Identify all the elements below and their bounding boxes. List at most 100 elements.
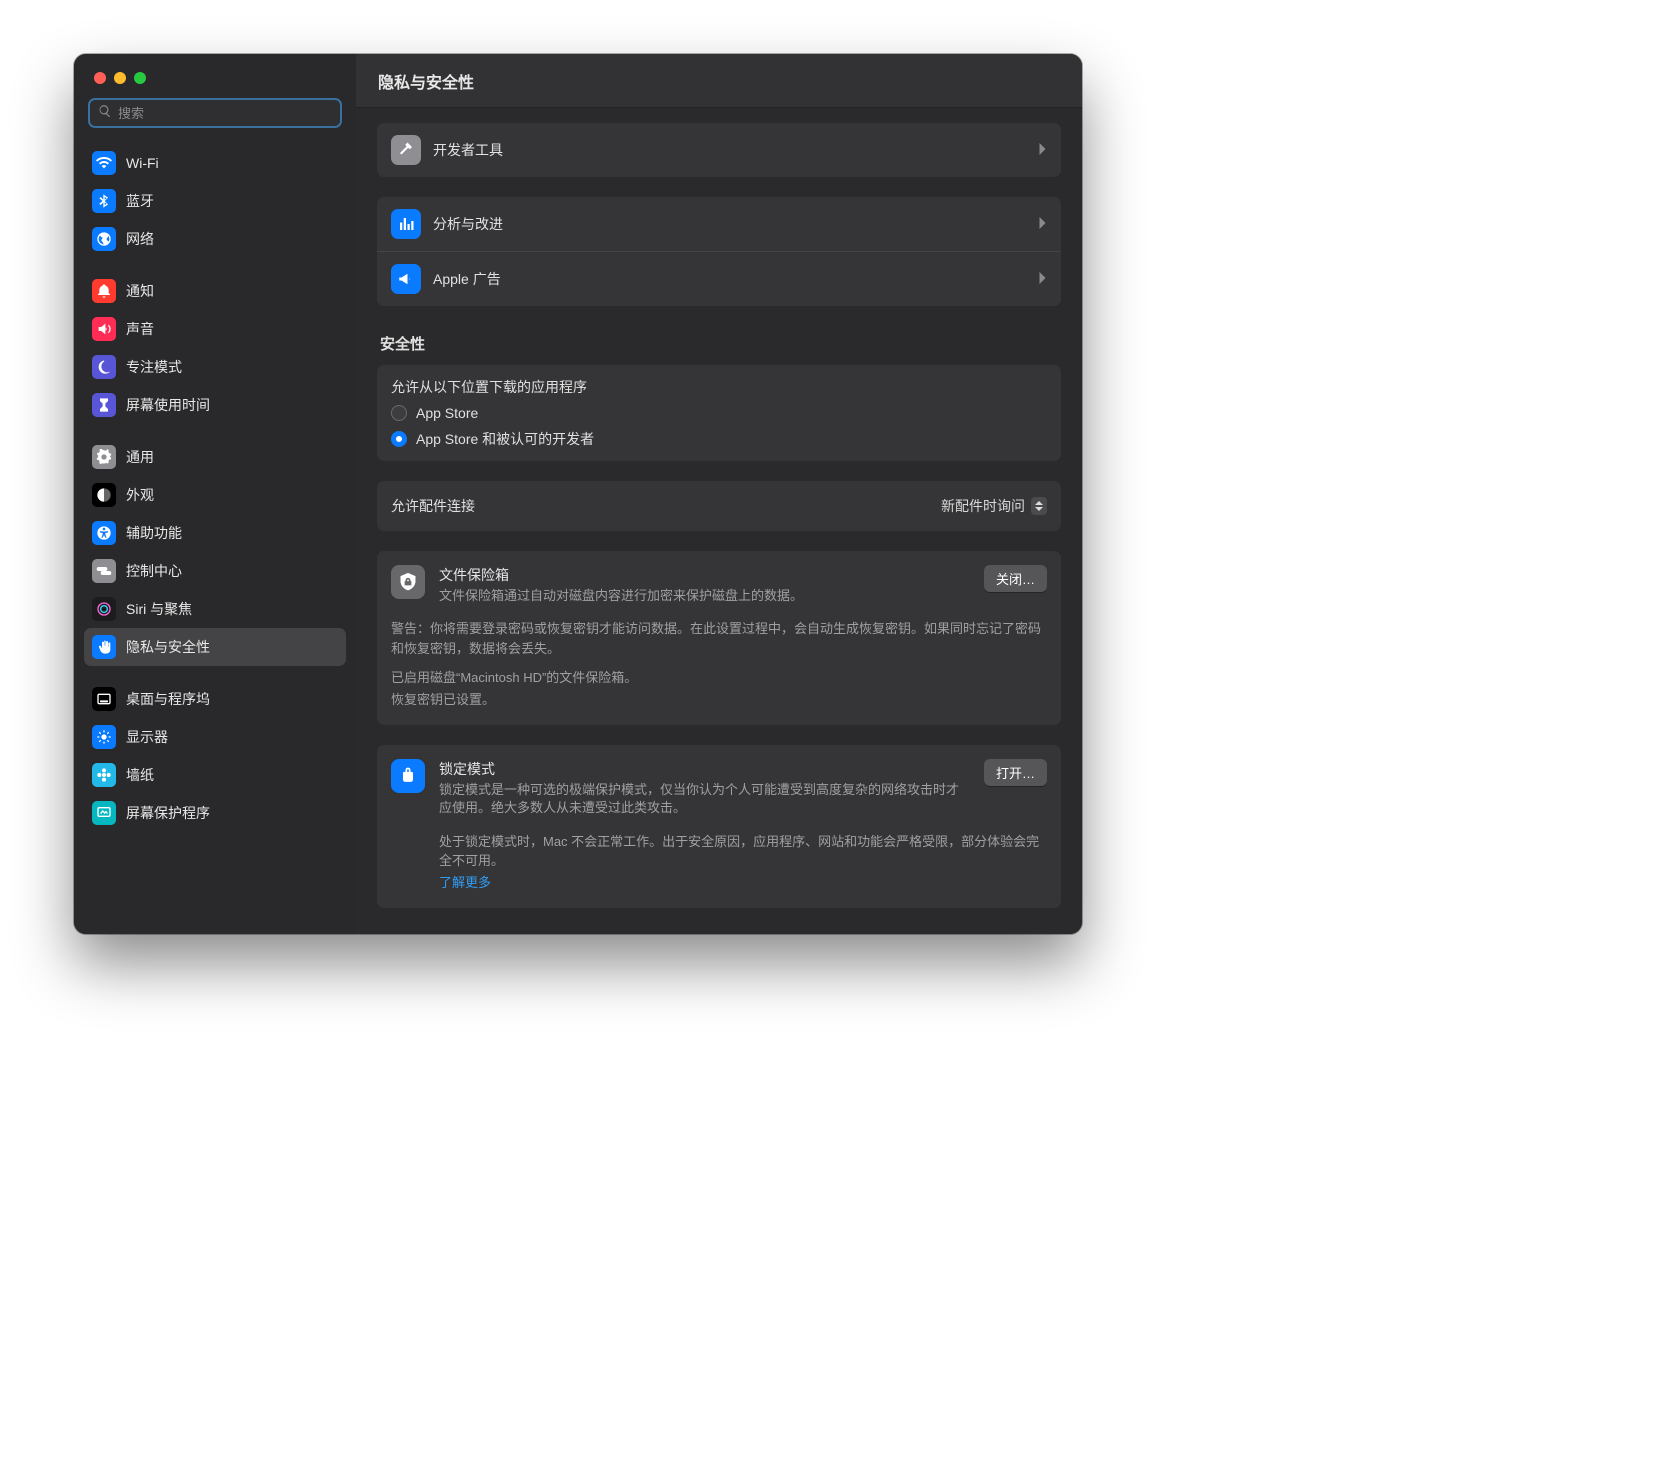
accessory-panel: 允许配件连接 新配件时询问 (376, 480, 1062, 532)
filevault-status-2: 恢复密钥已设置。 (391, 690, 1047, 710)
content-scroll[interactable]: 开发者工具 分析与改进 Apple 广告 安全性 允许从以下位置下载的应用程序 A… (356, 108, 1082, 934)
download-source-option-0[interactable]: App Store (377, 401, 1061, 425)
gear-icon (92, 445, 116, 469)
accessory-value: 新配件时询问 (941, 496, 1025, 516)
filevault-panel: 文件保险箱 文件保险箱通过自动对磁盘内容进行加密来保护磁盘上的数据。 关闭… 警… (376, 550, 1062, 726)
settings-row-hammer[interactable]: 开发者工具 (377, 123, 1061, 177)
sidebar-item-label: 网络 (126, 229, 154, 249)
filevault-title: 文件保险箱 (439, 565, 970, 585)
sidebar-item-accessibility[interactable]: 辅助功能 (84, 514, 346, 552)
lockdown-toggle-button[interactable]: 打开… (984, 759, 1047, 786)
row-label: 开发者工具 (433, 140, 1026, 160)
sidebar-item-siri[interactable]: Siri 与聚焦 (84, 590, 346, 628)
filevault-warning: 警告：你将需要登录密码或恢复密钥才能访问数据。在此设置过程中，会自动生成恢复密钥… (391, 619, 1047, 658)
sidebar-item-label: 屏幕使用时间 (126, 395, 210, 415)
appearance-icon (92, 483, 116, 507)
close-window-button[interactable] (94, 72, 106, 84)
hammer-icon (391, 135, 421, 165)
sidebar-item-label: 声音 (126, 319, 154, 339)
radio-button[interactable] (391, 405, 407, 421)
sidebar-item-globe[interactable]: 网络 (84, 220, 346, 258)
minimize-window-button[interactable] (114, 72, 126, 84)
lockdown-desc: 锁定模式是一种可选的极端保护模式，仅当你认为个人可能遭受到高度复杂的网络攻击时才… (439, 781, 970, 817)
flower-icon (92, 763, 116, 787)
lockdown-icon (391, 759, 425, 793)
sidebar-item-wifi[interactable]: Wi-Fi (84, 144, 346, 182)
settings-row-chart[interactable]: 分析与改进 (377, 197, 1061, 251)
radio-button[interactable] (391, 431, 407, 447)
hourglass-icon (92, 393, 116, 417)
sidebar-item-label: 隐私与安全性 (126, 637, 210, 657)
filevault-toggle-button[interactable]: 关闭… (984, 565, 1047, 592)
accessory-label: 允许配件连接 (391, 496, 475, 516)
lockdown-learn-more-link[interactable]: 了解更多 (439, 875, 491, 890)
sidebar-item-bell[interactable]: 通知 (84, 272, 346, 310)
wifi-icon (92, 151, 116, 175)
moon-icon (92, 355, 116, 379)
sidebar-item-switches[interactable]: 控制中心 (84, 552, 346, 590)
radio-label: App Store 和被认可的开发者 (416, 429, 594, 449)
filevault-icon (391, 565, 425, 599)
privacy-row-group-2: 分析与改进 Apple 广告 (376, 196, 1062, 307)
bluetooth-icon (92, 189, 116, 213)
speaker-icon (92, 317, 116, 341)
sidebar-item-screensaver[interactable]: 屏幕保护程序 (84, 794, 346, 832)
settings-window: Wi-Fi 蓝牙网络通知声音专注模式屏幕使用时间通用外观辅助功能控制中心 Siri … (74, 54, 1082, 934)
sidebar-item-bluetooth[interactable]: 蓝牙 (84, 182, 346, 220)
sidebar-item-dock[interactable]: 桌面与程序坞 (84, 680, 346, 718)
search-input[interactable] (118, 106, 332, 121)
brightness-icon (92, 725, 116, 749)
accessibility-icon (92, 521, 116, 545)
sidebar-item-gear[interactable]: 通用 (84, 438, 346, 476)
sidebar-item-moon[interactable]: 专注模式 (84, 348, 346, 386)
download-source-option-1[interactable]: App Store 和被认可的开发者 (377, 425, 1061, 461)
globe-icon (92, 227, 116, 251)
sidebar-item-label: 控制中心 (126, 561, 182, 581)
chart-icon (391, 209, 421, 239)
sidebar-item-label: 辅助功能 (126, 523, 182, 543)
sidebar-item-label: Wi-Fi (126, 155, 159, 171)
screensaver-icon (92, 801, 116, 825)
siri-icon (92, 597, 116, 621)
sidebar-item-hand[interactable]: 隐私与安全性 (84, 628, 346, 666)
chevron-right-icon (1038, 216, 1047, 233)
bell-icon (92, 279, 116, 303)
switches-icon (92, 559, 116, 583)
sidebar: Wi-Fi 蓝牙网络通知声音专注模式屏幕使用时间通用外观辅助功能控制中心 Siri … (74, 54, 356, 934)
security-section-title: 安全性 (380, 333, 1058, 354)
dock-icon (92, 687, 116, 711)
popup-stepper-icon (1031, 497, 1047, 515)
privacy-row-group-1: 开发者工具 (376, 122, 1062, 178)
sidebar-item-label: 外观 (126, 485, 154, 505)
filevault-status-1: 已启用磁盘“Macintosh HD”的文件保险箱。 (391, 668, 1047, 688)
page-title: 隐私与安全性 (356, 54, 1082, 108)
lockdown-panel: 锁定模式 锁定模式是一种可选的极端保护模式，仅当你认为个人可能遭受到高度复杂的网… (376, 744, 1062, 909)
search-icon (98, 104, 112, 123)
search-field[interactable] (88, 98, 342, 128)
sidebar-item-flower[interactable]: 墙纸 (84, 756, 346, 794)
sidebar-item-hourglass[interactable]: 屏幕使用时间 (84, 386, 346, 424)
accessory-popup[interactable]: 新配件时询问 (933, 495, 1047, 517)
allow-download-panel: 允许从以下位置下载的应用程序 App StoreApp Store 和被认可的开… (376, 364, 1062, 462)
chevron-right-icon (1038, 271, 1047, 288)
sidebar-item-label: 墙纸 (126, 765, 154, 785)
sidebar-item-speaker[interactable]: 声音 (84, 310, 346, 348)
sidebar-item-label: 桌面与程序坞 (126, 689, 210, 709)
sidebar-item-label: 屏幕保护程序 (126, 803, 210, 823)
sidebar-item-brightness[interactable]: 显示器 (84, 718, 346, 756)
hand-icon (92, 635, 116, 659)
sidebar-item-label: 通用 (126, 447, 154, 467)
row-label: Apple 广告 (433, 269, 1026, 289)
sidebar-item-label: 通知 (126, 281, 154, 301)
radio-label: App Store (416, 405, 478, 421)
main-pane: 隐私与安全性 开发者工具 分析与改进 Apple 广告 安全性 允许从以下位置下载… (356, 54, 1082, 934)
zoom-window-button[interactable] (134, 72, 146, 84)
window-controls (74, 54, 356, 84)
sidebar-item-label: 专注模式 (126, 357, 182, 377)
sidebar-item-appearance[interactable]: 外观 (84, 476, 346, 514)
chevron-right-icon (1038, 142, 1047, 159)
settings-row-megaphone[interactable]: Apple 广告 (377, 251, 1061, 306)
sidebar-item-label: 蓝牙 (126, 191, 154, 211)
filevault-desc: 文件保险箱通过自动对磁盘内容进行加密来保护磁盘上的数据。 (439, 587, 970, 605)
row-label: 分析与改进 (433, 214, 1026, 234)
